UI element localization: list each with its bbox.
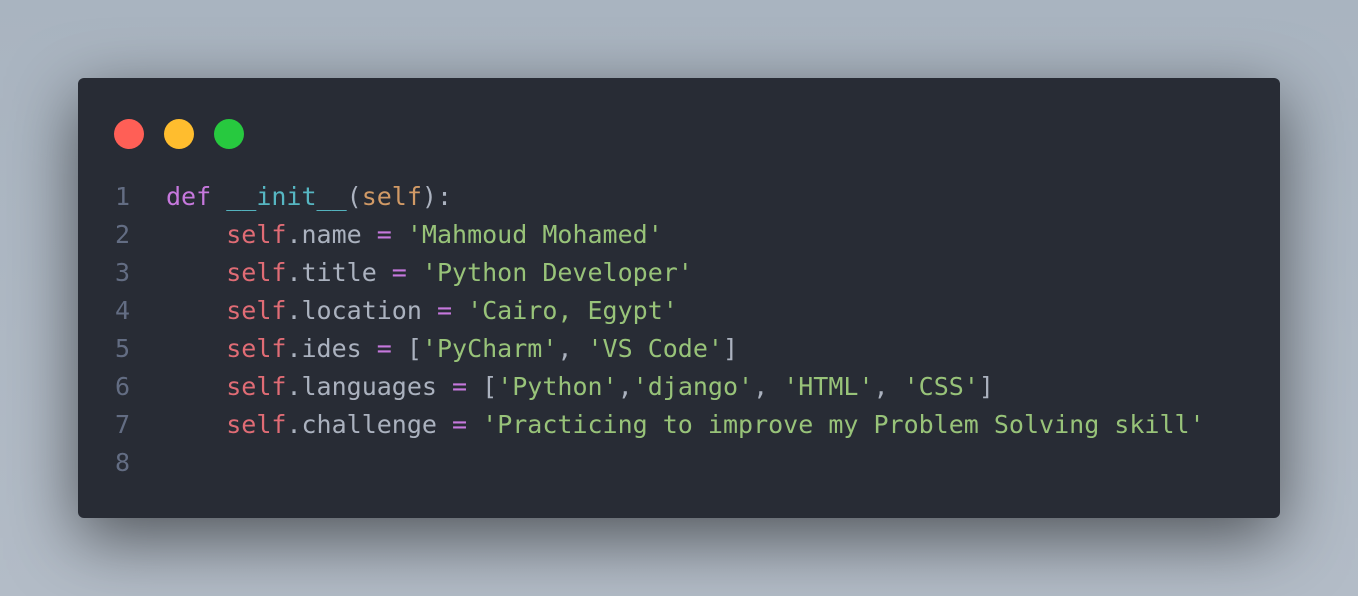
code-token: 'Python' [497,372,618,401]
code-token: self [361,182,422,211]
code-token: 'PyCharm' [421,334,558,363]
code-token: , [753,372,784,401]
code-token: = [376,220,392,249]
code-token: .name [286,220,377,249]
code-text: def __init__(self): [166,178,452,216]
code-token: self [226,334,287,363]
line-number: 3 [114,258,130,287]
code-line: 4 self.location = 'Cairo, Egypt' [78,292,1280,330]
code-token: .location [286,296,437,325]
minimize-dot-icon[interactable] [164,119,194,149]
line-number: 2 [114,220,130,249]
code-line: 6 self.languages = ['Python','django', '… [78,368,1280,406]
line-number: 1 [114,182,130,211]
code-line: 8 [78,444,1280,482]
code-text: self.title = 'Python Developer' [166,254,693,292]
code-token: = [376,334,392,363]
line-number: 8 [114,448,130,477]
line-number: 6 [114,372,130,401]
code-line: 3 self.title = 'Python Developer' [78,254,1280,292]
close-dot-icon[interactable] [114,119,144,149]
code-token: self [226,220,287,249]
line-number: 4 [114,296,130,325]
code-block: 1 def __init__(self): 2 self.name = 'Mahmo… [78,178,1280,482]
code-token: def [166,182,212,211]
code-token: ] [978,372,994,401]
code-token: ( [346,182,362,211]
code-token: , [873,372,904,401]
code-token: .languages [286,372,453,401]
code-token: __init__ [226,182,347,211]
code-token: = [452,410,468,439]
code-line: 7 self.challenge = 'Practicing to improv… [78,406,1280,444]
code-token: 'Mahmoud Mohamed' [406,220,663,249]
code-text: self.ides = ['PyCharm', 'VS Code'] [166,330,738,368]
code-line: 1 def __init__(self): [78,178,1280,216]
code-token: .title [286,258,392,287]
code-token: .challenge [286,410,453,439]
code-token: ] [722,334,739,363]
code-token: self [226,258,287,287]
code-token: [ [391,334,422,363]
line-number: 5 [114,334,130,363]
code-token: 'django' [632,372,754,401]
code-token: 'VS Code' [587,334,723,363]
code-line: 2 self.name = 'Mahmoud Mohamed' [78,216,1280,254]
code-token: [ [467,372,498,401]
code-line: 5 self.ides = ['PyCharm', 'VS Code'] [78,330,1280,368]
code-token: = [436,296,453,325]
code-token: self [226,372,287,401]
code-text: self.challenge = 'Practicing to improve … [166,406,1205,444]
code-token: 'Cairo, Egypt' [467,296,678,325]
code-token: 'Python Developer' [421,258,693,287]
code-token: .ides [286,334,377,363]
code-token: 'Practicing to improve my Problem Solvin… [482,410,1205,439]
code-token: 'CSS' [903,372,979,401]
line-number: 7 [114,410,130,439]
code-text: self.location = 'Cairo, Egypt' [166,292,678,330]
code-token: , [557,334,588,363]
code-text: self.name = 'Mahmoud Mohamed' [166,216,663,254]
code-token: = [452,372,468,401]
code-text: self.languages = ['Python','django', 'HT… [166,368,994,406]
code-token: self [226,296,287,325]
maximize-dot-icon[interactable] [214,119,244,149]
code-token: self [226,410,287,439]
code-window: 1 def __init__(self): 2 self.name = 'Mahmo… [78,78,1280,518]
code-token: 'HTML' [783,372,874,401]
code-token: , [617,372,633,401]
code-token: ): [421,182,453,211]
code-token: = [391,258,407,287]
